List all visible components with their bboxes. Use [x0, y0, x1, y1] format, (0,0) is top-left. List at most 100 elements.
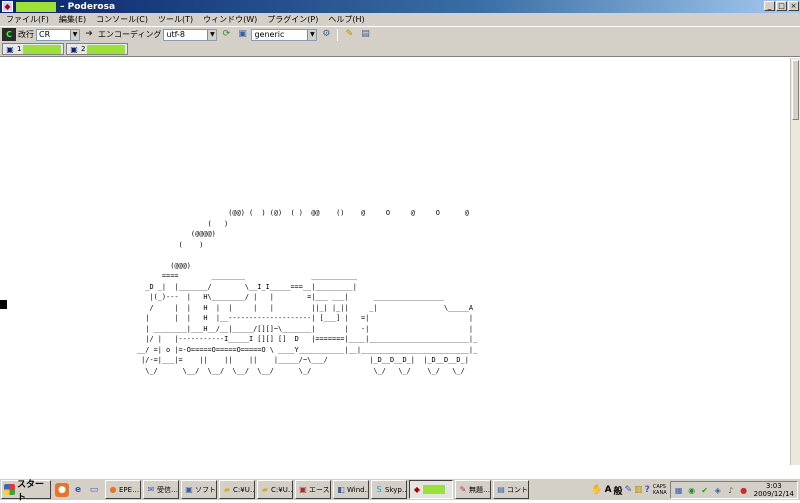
ime-mode[interactable]: 般: [614, 484, 623, 497]
menu-help[interactable]: ヘルプ(H): [328, 14, 364, 25]
clock-time: 3:03: [765, 482, 782, 490]
poderosa-app-icon[interactable]: ◆: [2, 1, 13, 12]
task-button[interactable]: ● EPE…: [105, 480, 141, 499]
firefox-icon: ●: [109, 485, 117, 494]
terminal-cursor: [0, 300, 7, 309]
window-title: – Poderosa: [60, 1, 116, 12]
monitor-icon[interactable]: ▣: [235, 28, 249, 41]
task-button[interactable]: ◧Wind…: [333, 480, 369, 499]
refresh-icon[interactable]: ⟳: [219, 28, 233, 41]
tab-title-color: [87, 44, 125, 54]
app-icon: ▣: [299, 485, 307, 494]
ime-alpha[interactable]: A: [605, 485, 612, 495]
session-tab-2[interactable]: ▣ 2: [66, 43, 128, 55]
menu-console[interactable]: コンソール(C): [96, 14, 148, 25]
save-icon[interactable]: ▤: [358, 28, 372, 41]
menu-window[interactable]: ウィンドウ(W): [203, 14, 257, 25]
tab-bar: ▣ 1 ▣ 2: [0, 42, 800, 57]
task-button[interactable]: ▣ソフト…: [181, 480, 217, 499]
terminal-session-icon: ▣: [70, 44, 78, 54]
task-button[interactable]: ▣エース…: [295, 480, 331, 499]
start-button[interactable]: スタート: [1, 480, 51, 503]
task-button[interactable]: ✎ 無題…: [455, 480, 491, 499]
task-button[interactable]: ▤コント…: [493, 480, 529, 499]
start-label: スタート: [17, 479, 45, 503]
encoding-select[interactable]: utf-8 ▼: [163, 28, 218, 41]
task-button-active[interactable]: ◆: [409, 480, 453, 499]
chevron-down-icon[interactable]: ▼: [207, 29, 217, 40]
ascii-art-train: (@@) ( ) (@) ( ) @@ () @ O @ O @ ( ) (@@…: [137, 209, 478, 375]
task-button[interactable]: S Skyp…: [371, 480, 407, 499]
system-tray: ✋ A 般 ✎ ▥ ? CAPS KANA ▦ ◉ ✔ ◈ ♪ ● 3:03 2…: [591, 481, 798, 499]
settings-icon[interactable]: ⚙: [319, 28, 333, 41]
ime-help-icon[interactable]: ?: [645, 485, 650, 495]
update-icon[interactable]: ◈: [713, 485, 723, 495]
chevron-down-icon[interactable]: ▼: [70, 29, 79, 40]
vertical-scrollbar[interactable]: [790, 58, 800, 465]
scrollbar-thumb[interactable]: [792, 60, 799, 120]
task-label: EPE…: [119, 485, 140, 494]
tab-number: 2: [81, 45, 86, 53]
toolbar-separator: [337, 28, 339, 41]
window-controls: _ □ ×: [764, 1, 799, 11]
menu-file[interactable]: ファイル(F): [6, 14, 49, 25]
kana-indicator: KANA: [652, 490, 667, 496]
task-label: Skyp…: [385, 485, 407, 494]
task-label: コント…: [507, 485, 528, 494]
volume-icon[interactable]: ♪: [726, 485, 736, 495]
poderosa-icon: ◆: [413, 485, 421, 494]
task-button[interactable]: ▰ C:¥U…: [257, 480, 293, 499]
encoding-label: エンコーディング: [98, 30, 162, 39]
task-label: C:¥U…: [271, 485, 293, 494]
session-tab-1[interactable]: ▣ 1: [2, 43, 64, 55]
terminal-view[interactable]: (@@) ( ) (@) ( ) @@ () @ O @ O @ ( ) (@@…: [0, 58, 790, 465]
security-icon[interactable]: ●: [739, 485, 749, 495]
ie-icon[interactable]: e: [71, 483, 85, 497]
task-title-color: [423, 485, 445, 494]
task-button[interactable]: ✉ 受信…: [143, 480, 179, 499]
toolbar: C 改行 CR ▼ ➜ エンコーディング utf-8 ▼ ⟳ ▣ generic…: [0, 26, 800, 42]
task-label: 受信…: [157, 485, 178, 494]
local-echo-icon[interactable]: ➜: [82, 28, 96, 41]
skype-icon[interactable]: ✔: [700, 485, 710, 495]
window-icon: ◧: [337, 485, 345, 494]
ime-bar[interactable]: ✋ A 般 ✎ ▥ ?: [591, 484, 650, 497]
clock[interactable]: 3:03 2009/12/14: [752, 482, 794, 498]
tab-number: 1: [17, 45, 22, 53]
ime-dict-icon[interactable]: ▥: [634, 485, 643, 495]
console-icon[interactable]: C: [2, 28, 16, 41]
notification-area: ▦ ◉ ✔ ◈ ♪ ● 3:03 2009/12/14: [669, 481, 798, 499]
skype-icon: S: [376, 485, 382, 494]
menu-plugins[interactable]: プラグイン(P): [267, 14, 318, 25]
newline-value: CR: [39, 30, 51, 39]
close-button[interactable]: ×: [788, 1, 799, 11]
folder-icon: ▰: [261, 485, 269, 494]
task-label: エース…: [309, 485, 330, 494]
title-bar[interactable]: ◆ – Poderosa _ □ ×: [0, 0, 800, 13]
terminal-type-select[interactable]: generic ▼: [251, 28, 318, 41]
menu-edit[interactable]: 編集(E): [59, 14, 86, 25]
newline-label: 改行: [18, 30, 34, 39]
terminal-type-value: generic: [254, 30, 285, 39]
desktop-icon[interactable]: ▭: [87, 483, 101, 497]
open-icon[interactable]: ✎: [342, 28, 356, 41]
menu-bar: ファイル(F) 編集(E) コンソール(C) ツール(T) ウィンドウ(W) プ…: [0, 13, 800, 26]
taskbar: スタート ● e ▭ ●EPE… ✉受信… ▣ソフト… ▰C:¥U… ▰C:¥U…: [0, 478, 800, 503]
app-icon: ▣: [185, 485, 193, 494]
newline-select[interactable]: CR ▼: [36, 28, 80, 41]
shield-icon[interactable]: ◉: [687, 485, 697, 495]
ime-tool-icon[interactable]: ✎: [625, 485, 633, 495]
menu-tools[interactable]: ツール(T): [158, 14, 193, 25]
lock-indicators: CAPS KANA: [653, 484, 667, 496]
firefox-icon[interactable]: ●: [55, 482, 69, 497]
quick-launch: ● e ▭: [55, 482, 101, 497]
maximize-button[interactable]: □: [776, 1, 787, 11]
control-icon: ▤: [497, 485, 505, 494]
clock-date: 2009/12/14: [753, 490, 794, 498]
task-button[interactable]: ▰ C:¥U…: [219, 480, 255, 499]
folder-icon: ▰: [223, 485, 231, 494]
chevron-down-icon[interactable]: ▼: [307, 29, 317, 40]
notepad-icon: ✎: [459, 485, 467, 494]
network-icon[interactable]: ▦: [674, 485, 684, 495]
minimize-button[interactable]: _: [764, 1, 775, 11]
